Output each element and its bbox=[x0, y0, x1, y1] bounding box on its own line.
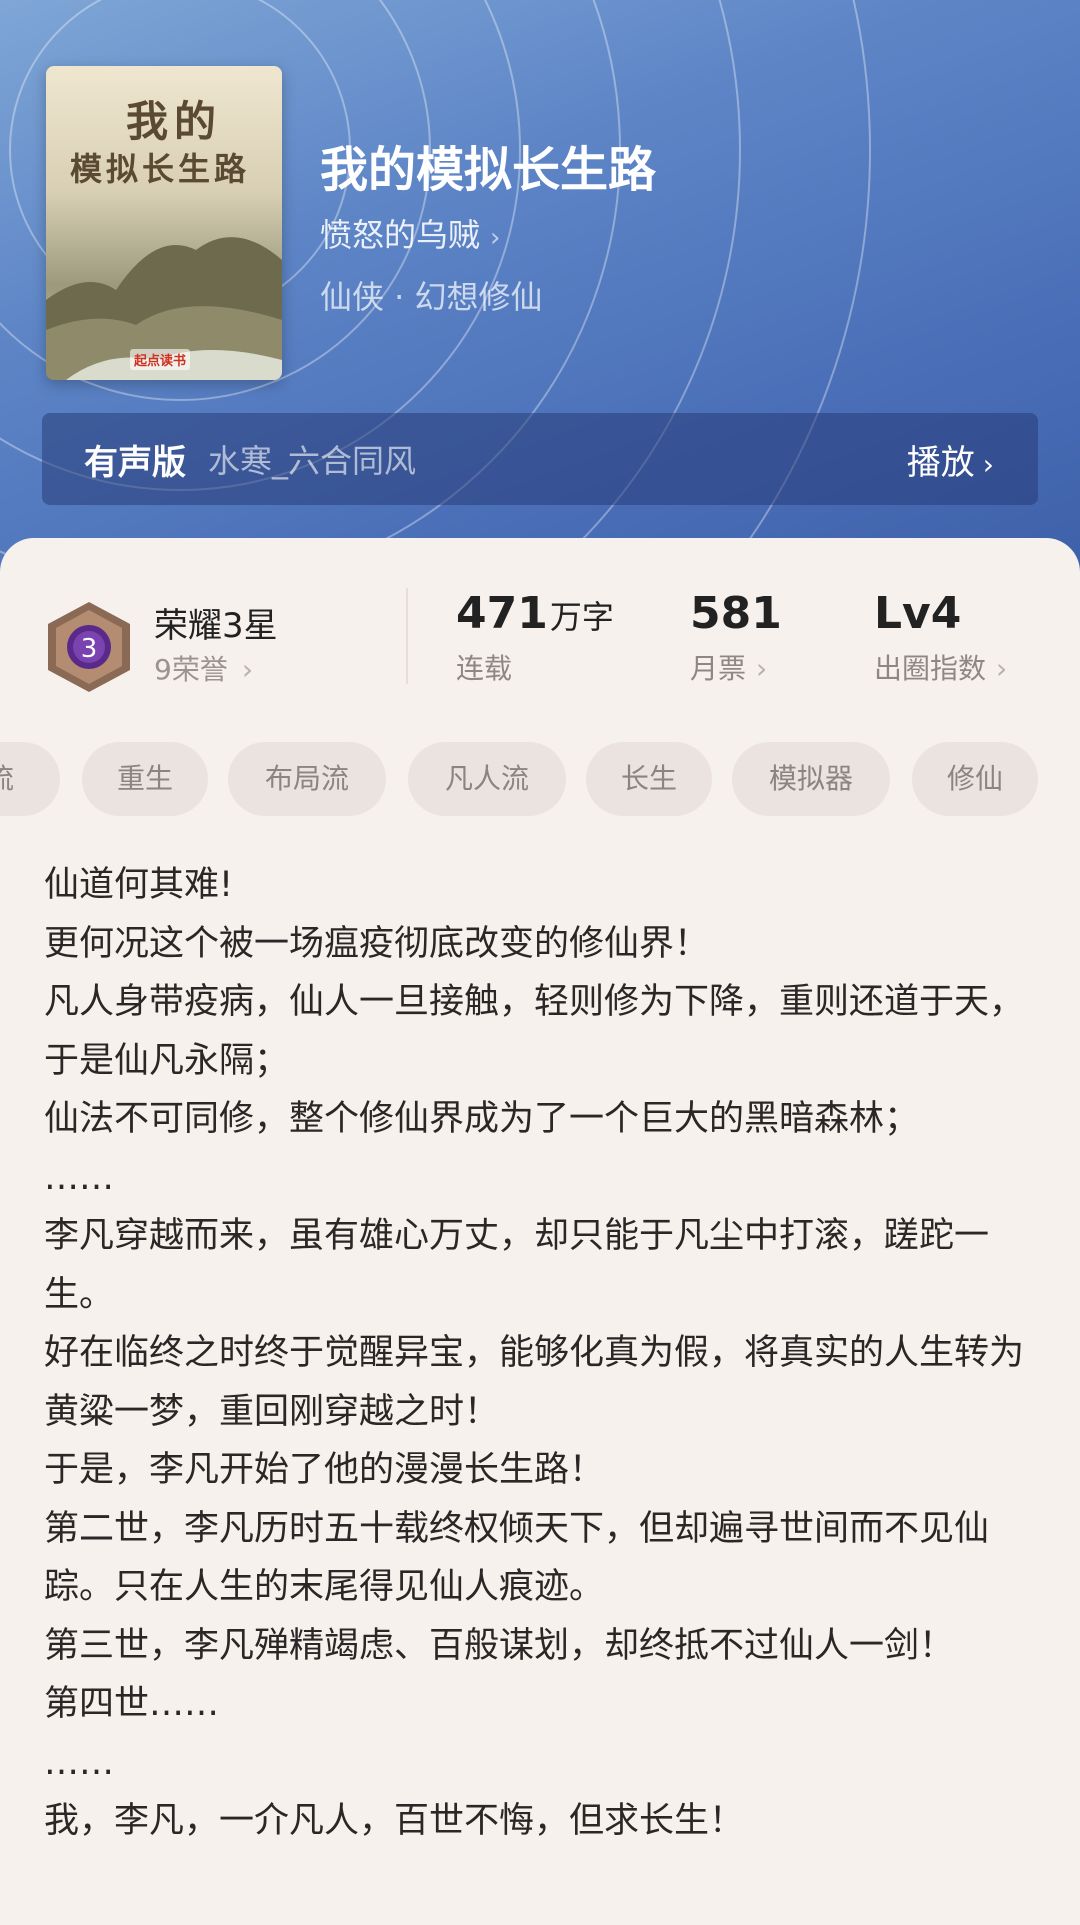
chevron-right-icon: › bbox=[982, 447, 994, 481]
tag-chip[interactable]: 布局流 bbox=[228, 742, 386, 816]
audiobook-label: 有声版 bbox=[84, 442, 186, 483]
cover-title-line2: 模拟长生路 bbox=[70, 150, 251, 188]
synopsis-line: 第四世…… bbox=[44, 1684, 220, 1724]
book-cover[interactable]: 我的 模拟长生路 起点读书 bbox=[46, 66, 282, 380]
honor-link[interactable]: 9荣誉 › bbox=[154, 648, 253, 688]
tag-chip[interactable]: 修仙 bbox=[912, 742, 1038, 816]
synopsis-line: 凡人身带疫病，仙人一旦接触，轻则修为下降，重则还道于天，于是仙凡永隔； bbox=[44, 982, 1025, 1081]
popularity-stat[interactable]: Lv4 出圈指数 › bbox=[874, 588, 1007, 687]
synopsis-line: 第三世，李凡殚精竭虑、百般谋划，却终抵不过仙人一剑！ bbox=[44, 1625, 955, 1666]
play-label: 播放 bbox=[906, 442, 975, 483]
tag-chip[interactable]: 流 bbox=[0, 742, 60, 816]
monthly-votes-stat[interactable]: 581 月票 › bbox=[690, 588, 782, 687]
synopsis-line: 仙法不可同修，整个修仙界成为了一个巨大的黑暗森林； bbox=[44, 1099, 920, 1139]
tag-chip[interactable]: 重生 bbox=[82, 742, 208, 816]
tag-list: 流 重生 布局流 凡人流 长生 模拟器 修仙 bbox=[0, 742, 1080, 816]
synopsis-line: 我，李凡，一介凡人，百世不悔，但求长生！ bbox=[44, 1801, 745, 1841]
divider bbox=[406, 588, 408, 684]
stats-row: 3 荣耀3星 9荣誉 › 471万字 连载 581 月票 › Lv4 出圈指数 › bbox=[0, 538, 1080, 698]
audiobook-bar[interactable]: 有声版 水寒_六合同风 播放 › bbox=[42, 413, 1038, 505]
serial-status: 连载 bbox=[456, 652, 513, 685]
popularity-label: 出圈指数 bbox=[874, 652, 987, 685]
genre-label: 仙侠 · 幻想修仙 bbox=[320, 278, 543, 316]
synopsis-line: 仙道何其难! bbox=[44, 865, 234, 905]
author-name: 愤怒的乌贼 bbox=[320, 216, 481, 254]
synopsis-line: 好在临终之时终于觉醒异宝，能够化真为假，将真实的人生转为黄粱一梦，重回刚穿越之时… bbox=[44, 1333, 1025, 1432]
tag-chip[interactable]: 凡人流 bbox=[408, 742, 566, 816]
book-synopsis: 仙道何其难! 更何况这个被一场瘟疫彻底改变的修仙界！ 凡人身带疫病，仙人一旦接触… bbox=[44, 856, 1044, 1851]
book-header: 我的 模拟长生路 起点读书 我的模拟长生路 愤怒的乌贼 › 仙侠 · 幻想修仙 有… bbox=[0, 0, 1080, 600]
tag-chip[interactable]: 长生 bbox=[586, 742, 712, 816]
synopsis-line: …… bbox=[44, 1157, 114, 1198]
honor-title: 荣耀3星 bbox=[154, 606, 278, 646]
synopsis-line: 更何况这个被一场瘟疫彻底改变的修仙界！ bbox=[44, 923, 710, 964]
chevron-right-icon: › bbox=[756, 652, 768, 685]
tag-chip[interactable]: 模拟器 bbox=[732, 742, 890, 816]
cover-publisher: 起点读书 bbox=[130, 349, 191, 370]
synopsis-line: 李凡穿越而来，虽有雄心万丈，却只能于凡尘中打滚，蹉跎一生。 bbox=[44, 1216, 990, 1315]
chevron-right-icon: › bbox=[490, 223, 501, 253]
chevron-right-icon: › bbox=[241, 653, 254, 686]
word-count-value: 471 bbox=[456, 588, 548, 639]
narrator-name: 水寒_六合同风 bbox=[208, 442, 417, 480]
book-title: 我的模拟长生路 bbox=[320, 142, 657, 198]
book-detail-card: 3 荣耀3星 9荣誉 › 471万字 连载 581 月票 › Lv4 出圈指数 › 流… bbox=[0, 538, 1080, 1925]
author-link[interactable]: 愤怒的乌贼 › bbox=[320, 210, 500, 256]
cover-title-line1: 我的 bbox=[126, 97, 223, 146]
honor-badge-icon[interactable]: 3 bbox=[46, 600, 132, 694]
badge-level: 3 bbox=[81, 634, 98, 664]
monthly-votes-label: 月票 bbox=[690, 652, 747, 685]
synopsis-line: 于是，李凡开始了他的漫漫长生路！ bbox=[44, 1450, 605, 1490]
monthly-votes-value: 581 bbox=[690, 588, 782, 639]
synopsis-line: 第二世，李凡历时五十载终权倾天下，但却遍寻世间而不见仙踪。只在人生的末尾得见仙人… bbox=[44, 1508, 990, 1608]
synopsis-line: …… bbox=[44, 1742, 114, 1783]
honor-count: 9荣誉 bbox=[154, 653, 228, 686]
play-button[interactable]: 播放 › bbox=[907, 435, 994, 484]
word-count-stat: 471万字 连载 bbox=[456, 588, 614, 687]
popularity-level: Lv4 bbox=[874, 588, 962, 639]
chevron-right-icon: › bbox=[996, 652, 1008, 685]
word-count-unit: 万字 bbox=[549, 598, 614, 636]
